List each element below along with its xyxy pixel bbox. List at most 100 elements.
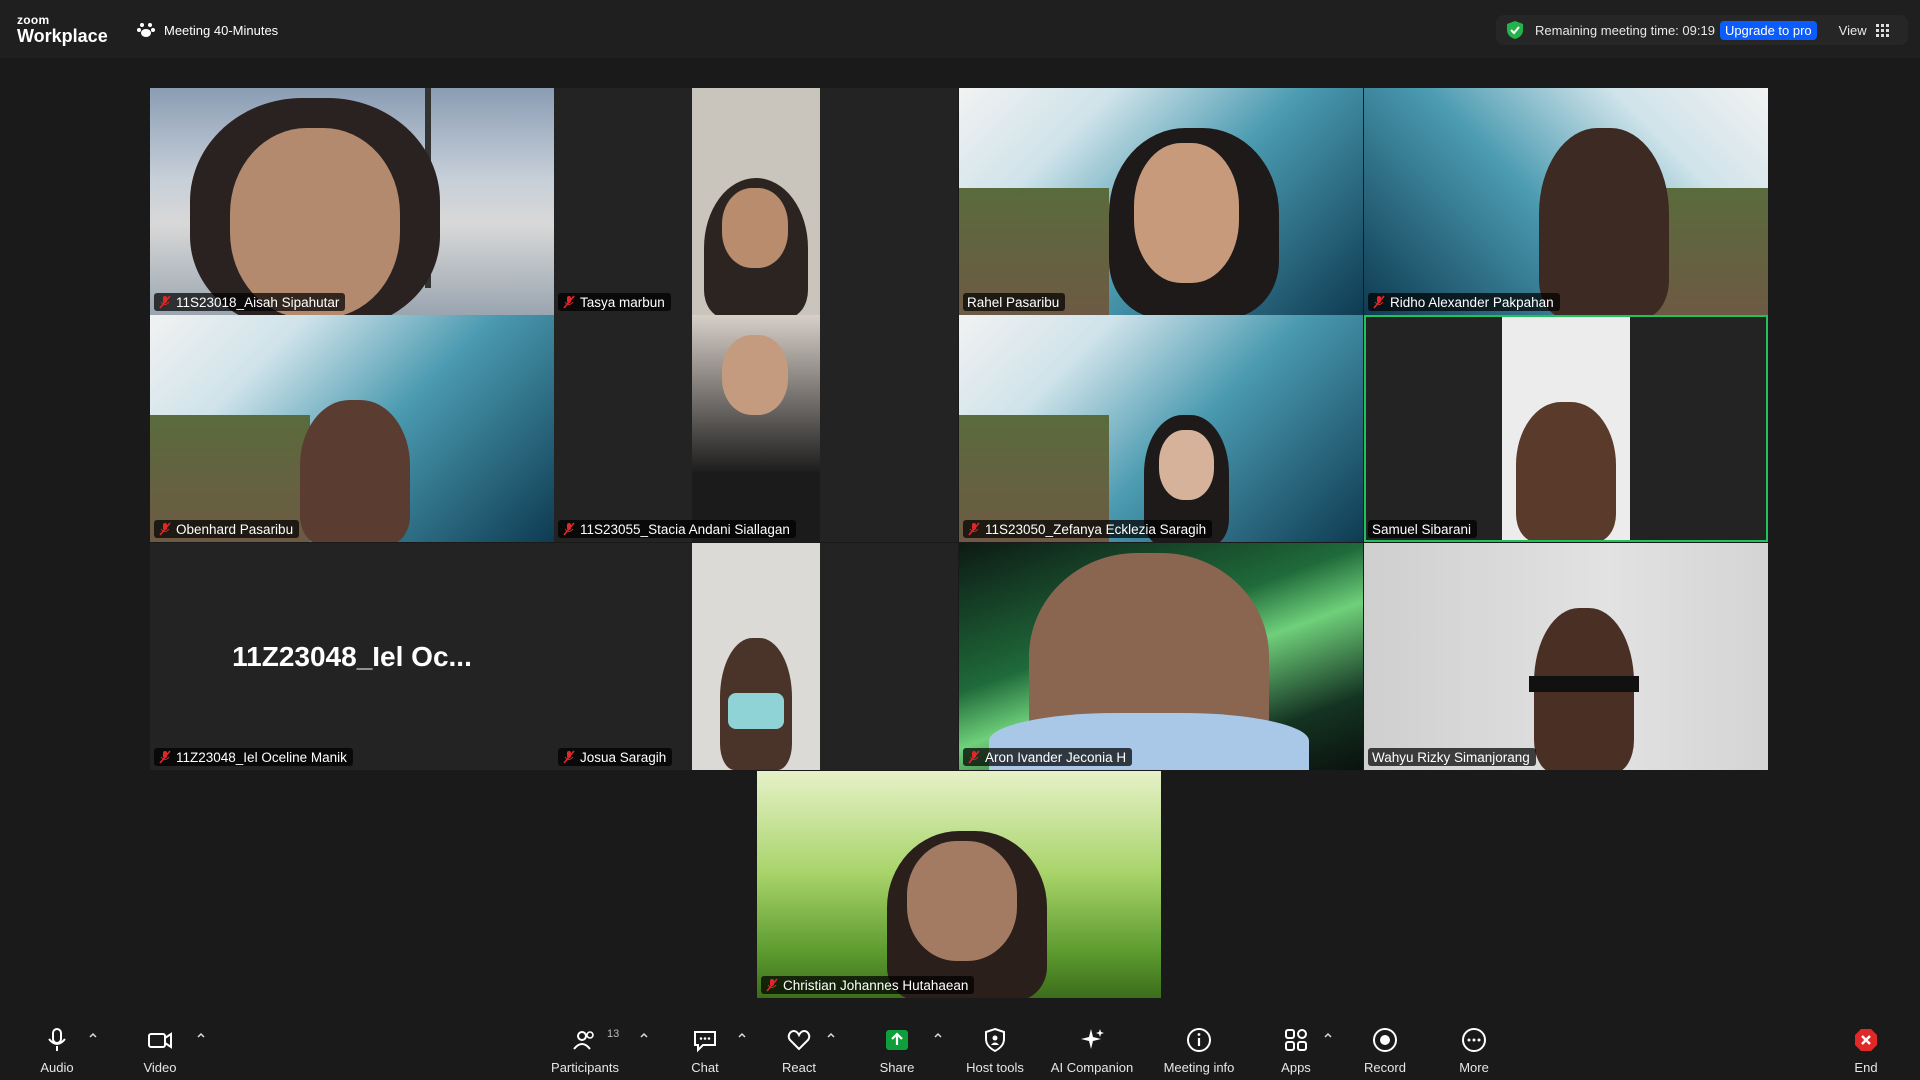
sparkle-icon bbox=[1081, 1029, 1104, 1049]
info-icon bbox=[1187, 1028, 1211, 1052]
video-camera-icon bbox=[148, 1032, 172, 1049]
share-label: Share bbox=[879, 1060, 915, 1075]
more-dots-icon bbox=[1462, 1028, 1486, 1052]
participant-name: Aron Ivander Jeconia H bbox=[985, 749, 1127, 765]
audio-options-caret[interactable] bbox=[87, 1028, 99, 1040]
shield-icon bbox=[985, 1027, 1005, 1053]
video-tile[interactable]: Tasya marbun bbox=[554, 88, 958, 315]
participant-name: Rahel Pasaribu bbox=[967, 294, 1060, 310]
video-feed bbox=[692, 88, 820, 315]
end-meeting-button[interactable]: End bbox=[1821, 1024, 1911, 1075]
apps-icon bbox=[1285, 1029, 1307, 1051]
participant-name: 11S23018_Aisah Sipahutar bbox=[176, 294, 340, 310]
chevron-up-icon bbox=[1324, 1032, 1332, 1038]
video-tile[interactable]: Christian Johannes Hutahaean bbox=[757, 771, 1161, 998]
muted-mic-icon bbox=[159, 522, 171, 536]
participant-name: Christian Johannes Hutahaean bbox=[783, 977, 969, 993]
ai-companion-label: AI Companion bbox=[1050, 1060, 1134, 1075]
participants-button[interactable]: 13 Participants bbox=[540, 1024, 630, 1075]
end-label: End bbox=[1854, 1060, 1878, 1075]
muted-mic-icon bbox=[1373, 295, 1385, 309]
apps-options-caret[interactable] bbox=[1322, 1028, 1334, 1040]
apps-label: Apps bbox=[1281, 1060, 1311, 1075]
video-tile[interactable]: Wahyu Rizky Simanjorang bbox=[1364, 543, 1768, 770]
participant-name-tag: Obenhard Pasaribu bbox=[154, 520, 300, 538]
video-button[interactable]: Video bbox=[115, 1024, 205, 1075]
meeting-title-text: Meeting 40-Minutes bbox=[164, 22, 279, 38]
record-button[interactable]: Record bbox=[1340, 1024, 1430, 1075]
participant-name: Ridho Alexander Pakpahan bbox=[1390, 294, 1554, 310]
participant-name-tag: 11Z23048_Iel Oceline Manik bbox=[154, 748, 353, 766]
participant-name-tag: Christian Johannes Hutahaean bbox=[761, 976, 975, 994]
participant-name: 11S23050_Zefanya Ecklezia Saragih bbox=[985, 521, 1207, 537]
muted-mic-icon bbox=[159, 295, 171, 309]
muted-mic-icon bbox=[968, 750, 980, 764]
video-tile[interactable]: Rahel Pasaribu bbox=[959, 88, 1363, 315]
participant-name: 11S23055_Stacia Andani Siallagan bbox=[580, 521, 790, 537]
video-tile-active-speaker[interactable]: Samuel Sibarani bbox=[1364, 315, 1768, 542]
participant-name: Josua Saragih bbox=[580, 749, 667, 765]
ai-companion-button[interactable]: AI Companion bbox=[1047, 1024, 1137, 1075]
participants-icon bbox=[573, 1031, 594, 1050]
participant-name-tag: Josua Saragih bbox=[558, 748, 673, 766]
meeting-info-button[interactable]: Meeting info bbox=[1154, 1024, 1244, 1075]
share-button[interactable]: Share bbox=[852, 1024, 942, 1075]
participant-name-tag: 11S23050_Zefanya Ecklezia Saragih bbox=[963, 520, 1213, 538]
record-label: Record bbox=[1364, 1060, 1406, 1075]
meeting-info-label: Meeting info bbox=[1163, 1060, 1235, 1075]
react-options-caret[interactable] bbox=[825, 1028, 837, 1040]
chat-label: Chat bbox=[691, 1060, 719, 1075]
participant-name-tag: 11S23055_Stacia Andani Siallagan bbox=[558, 520, 796, 538]
video-tile[interactable]: 11S23018_Aisah Sipahutar bbox=[150, 88, 554, 315]
muted-mic-icon bbox=[563, 522, 575, 536]
participant-name-tag: Rahel Pasaribu bbox=[963, 293, 1066, 311]
share-options-caret[interactable] bbox=[932, 1028, 944, 1040]
participant-name: Wahyu Rizky Simanjorang bbox=[1372, 749, 1530, 765]
participants-options-caret[interactable] bbox=[638, 1028, 650, 1040]
participant-name-tag: Wahyu Rizky Simanjorang bbox=[1368, 748, 1536, 766]
remaining-time-text: Remaining meeting time: 09:19 bbox=[1535, 22, 1715, 38]
meeting-info-title[interactable]: Meeting 40-Minutes bbox=[136, 20, 278, 40]
logo-line2: Workplace bbox=[17, 26, 108, 46]
participant-name: Tasya marbun bbox=[580, 294, 665, 310]
pixel-sunglasses bbox=[1529, 676, 1639, 692]
video-tile[interactable]: 11S23055_Stacia Andani Siallagan bbox=[554, 315, 958, 542]
audio-label: Audio bbox=[40, 1060, 74, 1075]
muted-mic-icon bbox=[766, 978, 778, 992]
muted-mic-icon bbox=[563, 295, 575, 309]
participant-name-tag: 11S23018_Aisah Sipahutar bbox=[154, 293, 346, 311]
participant-name-tag: Samuel Sibarani bbox=[1368, 520, 1478, 538]
chevron-up-icon bbox=[197, 1032, 205, 1038]
share-screen-icon bbox=[886, 1030, 908, 1050]
chat-options-caret[interactable] bbox=[736, 1028, 748, 1040]
video-tile-camera-off[interactable]: 11Z23048_Iel Oc... 11Z23048_Iel Oceline … bbox=[150, 543, 554, 770]
video-feed bbox=[1502, 317, 1630, 540]
view-button[interactable]: View bbox=[1839, 22, 1891, 38]
participant-name-tag: Tasya marbun bbox=[558, 293, 671, 311]
meeting-toolbar: Audio Video 13 Participants Chat React S… bbox=[0, 1016, 1920, 1080]
video-tile[interactable]: Ridho Alexander Pakpahan bbox=[1364, 88, 1768, 315]
video-tile[interactable]: 11S23050_Zefanya Ecklezia Saragih bbox=[959, 315, 1363, 542]
video-tile[interactable]: Aron Ivander Jeconia H bbox=[959, 543, 1363, 770]
muted-mic-icon bbox=[159, 750, 171, 764]
record-icon bbox=[1373, 1028, 1397, 1052]
video-tile[interactable]: Josua Saragih bbox=[554, 543, 958, 770]
participants-count: 13 bbox=[607, 1028, 620, 1040]
video-feed bbox=[692, 315, 820, 542]
upgrade-button[interactable]: Upgrade to pro bbox=[1719, 20, 1817, 40]
chevron-up-icon bbox=[640, 1032, 648, 1038]
chat-bubble-icon bbox=[694, 1031, 716, 1053]
video-options-caret[interactable] bbox=[195, 1028, 207, 1040]
more-button[interactable]: More bbox=[1429, 1024, 1519, 1075]
end-call-icon bbox=[1855, 1029, 1877, 1051]
host-tools-button[interactable]: Host tools bbox=[950, 1024, 1040, 1075]
video-tile[interactable]: Obenhard Pasaribu bbox=[150, 315, 554, 542]
grid-icon bbox=[1875, 24, 1889, 37]
chevron-up-icon bbox=[827, 1032, 835, 1038]
react-label: React bbox=[782, 1060, 816, 1075]
participants-label: Participants bbox=[551, 1060, 619, 1075]
zoom-logo: zoom Workplace bbox=[17, 14, 108, 45]
participant-name-tag: Aron Ivander Jeconia H bbox=[963, 748, 1133, 766]
logo-line1: zoom bbox=[17, 13, 50, 27]
person-face bbox=[230, 128, 400, 315]
